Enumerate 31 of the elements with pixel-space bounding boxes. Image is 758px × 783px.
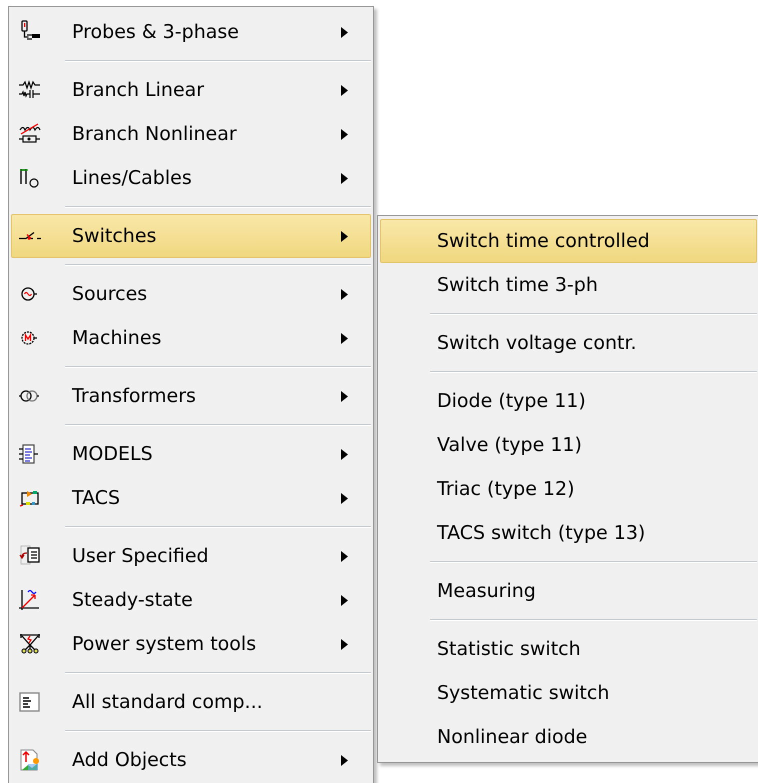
menu-item[interactable]: User Specified: [11, 534, 371, 578]
menu-item[interactable]: Machines: [11, 316, 371, 360]
add-objects-icon: [18, 748, 42, 772]
phasor-chart-icon: [18, 588, 42, 612]
menu-item[interactable]: Switches: [11, 214, 371, 258]
menu-item[interactable]: Diode (type 11): [380, 379, 757, 423]
menu-item[interactable]: Valve (type 11): [380, 423, 757, 467]
menu-item[interactable]: Lines/Cables: [11, 156, 371, 200]
menu-item[interactable]: Add Objects: [11, 738, 371, 782]
menu-item[interactable]: Measuring: [380, 569, 757, 613]
menu-item[interactable]: Sources: [11, 272, 371, 316]
menu-item[interactable]: Steady-state: [11, 578, 371, 622]
menu-item[interactable]: Systematic switch: [380, 671, 757, 715]
switch-icon: [18, 232, 42, 240]
menu-item[interactable]: Switch voltage contr.: [380, 321, 757, 365]
menu-item[interactable]: Branch Nonlinear: [11, 112, 371, 156]
menu-item[interactable]: Switch time controlled: [380, 219, 757, 263]
network-tools-icon: [18, 632, 42, 656]
menu-item[interactable]: Branch Linear: [11, 68, 371, 112]
list-window-icon: [18, 690, 42, 714]
menu-item[interactable]: All standard comp...: [11, 680, 371, 724]
menu-item[interactable]: Probes & 3-phase: [11, 10, 371, 54]
menu-item[interactable]: Switch time 3-ph: [380, 263, 757, 307]
menu-item[interactable]: TACS switch (type 13): [380, 511, 757, 555]
menu-item[interactable]: MODELS: [11, 432, 371, 476]
menu-item[interactable]: Nonlinear diode: [380, 715, 757, 759]
menu-item[interactable]: TACS: [11, 476, 371, 520]
menu-item[interactable]: Transformers: [11, 374, 371, 418]
menu-item[interactable]: Power system tools: [11, 622, 371, 666]
menu-item[interactable]: Triac (type 12): [380, 467, 757, 511]
menu-item[interactable]: Statistic switch: [380, 627, 757, 671]
